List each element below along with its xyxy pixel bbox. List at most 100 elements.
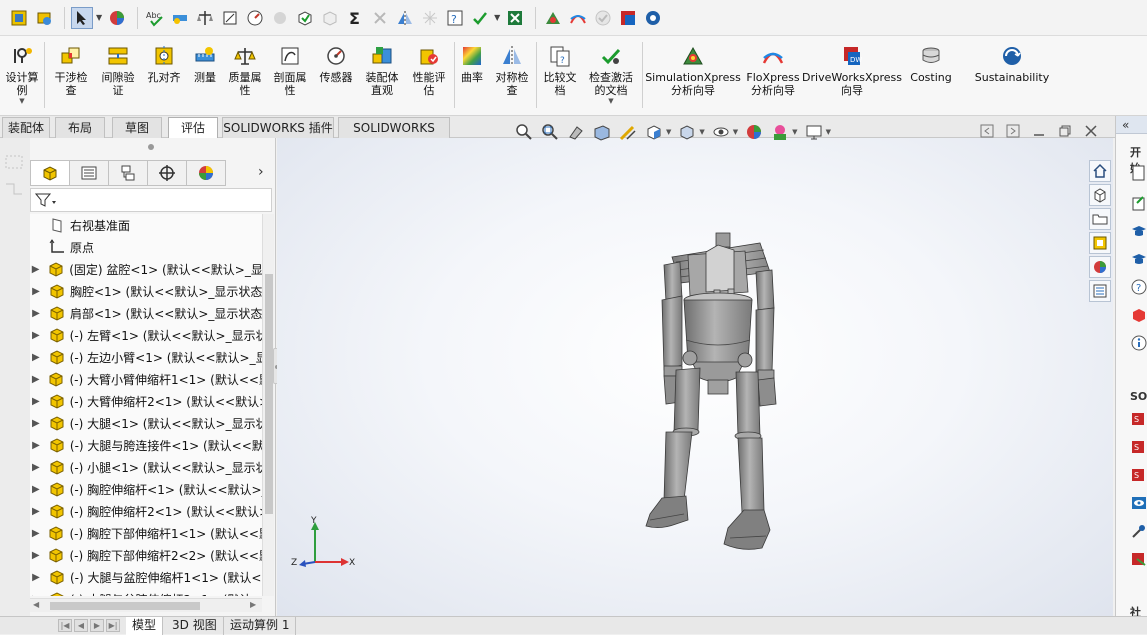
symmetry-quick-icon[interactable]	[394, 7, 416, 29]
compare-documents-button[interactable]: ? 比较文 档	[538, 40, 582, 112]
sensor-button[interactable]: 传感器	[314, 40, 358, 112]
collapse-left-icon[interactable]	[978, 122, 996, 140]
mass-properties-quick-icon[interactable]	[194, 7, 216, 29]
last-tab-arrow[interactable]: ▶|	[106, 619, 120, 632]
symmetry-check-button[interactable]: 对称检 查	[490, 40, 534, 112]
floxpress-quick-icon[interactable]	[567, 7, 589, 29]
tree-row[interactable]: ▶ (-) 大腿与盆腔伸缩杆1<1> (默认<	[30, 566, 262, 588]
scrollbar-thumb[interactable]	[265, 274, 273, 514]
tree-row[interactable]: ▶ (-) 左臂<1> (默认<<默认>_显示状	[30, 324, 262, 346]
expand-arrow-icon[interactable]: ▶	[30, 396, 42, 407]
expand-arrow-icon[interactable]: ▶	[30, 418, 42, 429]
scroll-left-arrow[interactable]: ◀	[33, 600, 39, 609]
tab-layout[interactable]: 布局	[55, 117, 105, 138]
simulationxpress-button[interactable]: SimulationXpress 分析向导	[645, 40, 741, 112]
expand-arrow-icon[interactable]: ▶	[30, 440, 42, 451]
first-tab-arrow[interactable]: |◀	[58, 619, 72, 632]
floxpress-button[interactable]: FloXpress 分析向导	[742, 40, 804, 112]
apply-scene-icon[interactable]	[770, 122, 790, 142]
tree-row[interactable]: ▶ (-) 胸腔下部伸缩杆1<1> (默认<<默	[30, 522, 262, 544]
tab-solidworks-mbd[interactable]: SOLIDWORKS MBD	[338, 117, 450, 155]
tab-motion-study[interactable]: 运动算例 1	[224, 617, 297, 635]
driveworks-quick-icon[interactable]	[617, 7, 639, 29]
previous-view-icon[interactable]	[566, 122, 586, 142]
appearance-icon[interactable]	[106, 7, 128, 29]
propertymanager-tab[interactable]	[69, 160, 109, 186]
close-icon[interactable]	[1082, 122, 1100, 140]
chevron-down-icon[interactable]: ▼	[494, 13, 500, 22]
solidworks-resource-icon[interactable]: S	[1130, 410, 1147, 428]
curvature-button[interactable]: 曲率	[456, 40, 488, 112]
tree-horizontal-scrollbar[interactable]: ◀ ▶	[30, 598, 262, 612]
tab-assembly[interactable]: 装配体	[2, 117, 50, 138]
check-options-icon[interactable]	[469, 7, 491, 29]
tree-row[interactable]: ▶ (-) 左边小臂<1> (默认<<默认>_显	[30, 346, 262, 368]
expand-arrow-icon[interactable]: ▶	[30, 528, 41, 539]
zoom-to-area-icon[interactable]	[540, 122, 560, 142]
expand-arrow-icon[interactable]: ▶	[30, 330, 42, 341]
tree-vertical-scrollbar[interactable]	[262, 214, 274, 596]
tab-evaluate[interactable]: 评估	[168, 117, 218, 139]
tree-row[interactable]: ▶ (-) 大腿<1> (默认<<默认>_显示状	[30, 412, 262, 434]
solidworks-part-icon[interactable]	[1130, 306, 1147, 324]
tree-row[interactable]: ▶ 胸腔<1> (默认<<默认>_显示状态	[30, 280, 262, 302]
file-explorer-icon[interactable]	[1089, 208, 1111, 230]
sustainability-quick-icon[interactable]	[642, 7, 664, 29]
tab-solidworks-addins[interactable]: SOLIDWORKS 插件	[222, 117, 334, 138]
expand-arrow-icon[interactable]: ▶	[30, 374, 41, 385]
expand-arrow-icon[interactable]: ▶	[30, 286, 42, 297]
solidworks-resource-icon[interactable]: S	[1130, 438, 1147, 456]
tree-row[interactable]: ▶ (-) 大腿与胯连接件<1> (默认<<默	[30, 434, 262, 456]
solidworks-resource-icon[interactable]	[1130, 550, 1147, 568]
driveworksxpress-button[interactable]: DW DriveWorksXpress 向导	[802, 40, 902, 112]
collapse-right-icon[interactable]	[1004, 122, 1022, 140]
left-thigh[interactable]	[673, 367, 701, 433]
tree-row[interactable]: ▶ (-) 胸腔伸缩杆<1> (默认<<默认>_	[30, 478, 262, 500]
panel-grip[interactable]	[148, 144, 154, 150]
dimxpertmanager-tab[interactable]	[147, 160, 187, 186]
zoom-to-fit-icon[interactable]	[514, 122, 534, 142]
sustainability-button[interactable]: Sustainability	[970, 40, 1054, 112]
configurationmanager-tab[interactable]	[108, 160, 148, 186]
tree-row[interactable]: ▶ (-) 大臂伸缩杆2<1> (默认<<默认>	[30, 390, 262, 412]
chevron-down-icon[interactable]: ▼	[96, 13, 102, 22]
edit-appearance-icon[interactable]	[744, 122, 764, 142]
costing-button[interactable]: Costing	[904, 40, 958, 112]
info-icon[interactable]	[1130, 334, 1147, 352]
view-settings-icon[interactable]	[804, 122, 824, 142]
expand-arrow-icon[interactable]: ▶	[30, 594, 42, 597]
sensor-quick-icon[interactable]	[244, 7, 266, 29]
view-palette-icon[interactable]	[1089, 232, 1111, 254]
measure-button[interactable]: 测量	[188, 40, 222, 112]
dynamic-annotation-icon[interactable]	[618, 122, 638, 142]
chevron-down-icon[interactable]: ▼	[19, 97, 24, 105]
tree-row[interactable]: ▶ (-) 大臂小臂伸缩杆1<1> (默认<<默	[30, 368, 262, 390]
expand-arrow-icon[interactable]: ▶	[30, 308, 42, 319]
section-view-icon[interactable]	[592, 122, 612, 142]
tutorial-icon[interactable]	[1130, 250, 1147, 268]
tree-row[interactable]: ▶ (-) 胸腔下部伸缩杆2<2> (默认<<默	[30, 544, 262, 566]
right-shin[interactable]	[737, 437, 765, 513]
chevron-down-icon[interactable]: ▼	[826, 128, 831, 136]
what-is-wrong-icon[interactable]: ?	[444, 7, 466, 29]
design-library-icon[interactable]	[1089, 184, 1111, 206]
expand-arrow-icon[interactable]: ▶	[30, 484, 42, 495]
document-icon[interactable]	[1130, 164, 1147, 182]
right-thigh[interactable]	[735, 371, 761, 437]
left-upper-arm[interactable]	[663, 261, 683, 303]
expand-arrow-icon[interactable]: ▶	[30, 506, 42, 517]
expand-arrow-icon[interactable]: ▶	[30, 572, 42, 583]
design-study-button[interactable]: 设计算 例 ▼	[4, 40, 40, 112]
tab-3d-view[interactable]: 3D 视图	[166, 617, 224, 635]
tree-row[interactable]: ▶ 肩部<1> (默认<<默认>_显示状态	[30, 302, 262, 324]
expand-arrow-icon[interactable]: ▶	[30, 352, 42, 363]
right-upper-arm[interactable]	[755, 269, 775, 311]
right-foot[interactable]	[723, 509, 771, 550]
help-icon[interactable]: ?	[1130, 278, 1147, 296]
check-tool-icon[interactable]	[294, 7, 316, 29]
tree-row[interactable]: ▶ (-) 小腿<1> (默认<<默认>_显示状	[30, 456, 262, 478]
home-icon[interactable]	[1089, 160, 1111, 182]
tools-resource-icon[interactable]	[1130, 522, 1147, 540]
interference-check-button[interactable]: 干涉检 查	[50, 40, 92, 112]
hide-show-items-icon[interactable]	[711, 122, 731, 142]
